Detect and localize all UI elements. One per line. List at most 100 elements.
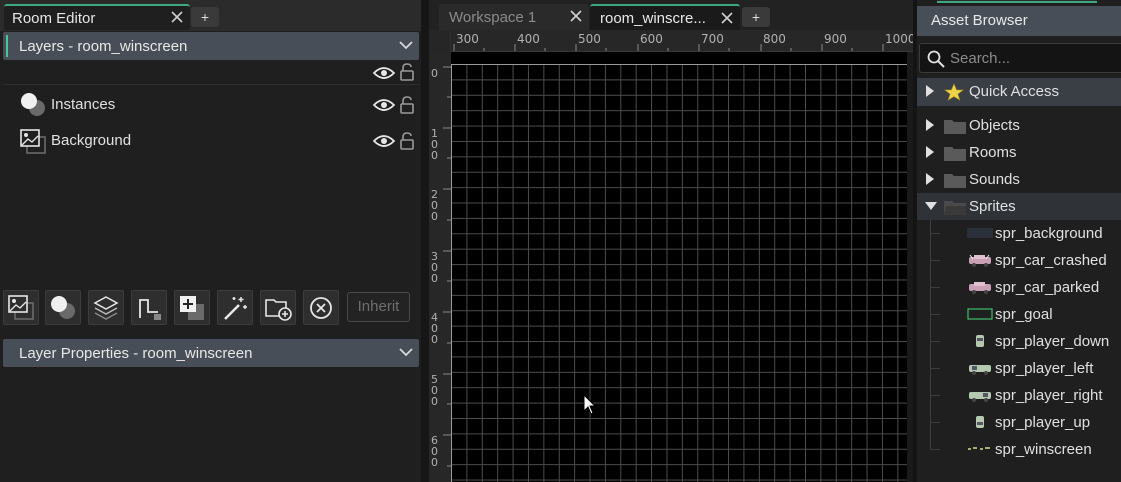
player-up-thumb-icon (976, 416, 984, 428)
tree-guide (930, 233, 940, 234)
tab-workspace-1-label: Workspace 1 (449, 8, 537, 26)
chevron-down-icon[interactable] (399, 347, 413, 357)
layer-row-background[interactable]: Background (3, 124, 419, 158)
layer-label-background: Background (51, 132, 132, 149)
unlock-icon[interactable] (399, 96, 415, 114)
add-folder-button[interactable] (260, 290, 296, 325)
sprite-label: spr_background (995, 225, 1103, 242)
folder-row-sounds[interactable]: Sounds (917, 166, 1121, 193)
quick-access-label: Quick Access (969, 83, 1060, 100)
sprite-label: spr_player_up (995, 414, 1091, 431)
tab-workspace-1[interactable]: Workspace 1 (439, 4, 589, 30)
folder-label-objects: Objects (969, 117, 1020, 134)
add-tile-layer-button[interactable] (88, 290, 124, 325)
tree-guide (930, 341, 940, 342)
delete-layer-button[interactable] (303, 290, 339, 325)
player-right-thumb-icon (969, 392, 991, 402)
sprite-row[interactable]: spr_goal (917, 301, 1121, 328)
chevron-down-icon[interactable] (399, 40, 413, 50)
folder-row-rooms[interactable]: Rooms (917, 139, 1121, 166)
layer-row-instances[interactable]: Instances (3, 88, 419, 122)
ruler-y-digit: 0 (431, 395, 438, 408)
sprite-row[interactable]: spr_car_crashed (917, 247, 1121, 274)
ruler-y-digit: 0 (431, 210, 438, 223)
tree-guide (930, 314, 940, 315)
room-editor-panel: Room Editor + Layers - room_winscreen In… (0, 0, 421, 482)
add-path-layer-button[interactable] (131, 290, 167, 325)
tab-room-editor[interactable]: Room Editor (4, 4, 190, 30)
layers-header[interactable]: Layers - room_winscreen (3, 32, 419, 60)
asset-search-box[interactable] (919, 43, 1121, 73)
room-workspace: Workspace 1 room_winscre... + 300 400 50… (429, 0, 913, 482)
tab-room-winscreen[interactable]: room_winscre... (590, 4, 740, 30)
add-asset-layer-icon (180, 296, 204, 320)
folder-label-rooms: Rooms (969, 144, 1017, 161)
add-folder-icon (265, 299, 292, 321)
sprite-row[interactable]: spr_player_down (917, 328, 1121, 355)
close-icon[interactable] (170, 10, 184, 24)
chevron-right-icon[interactable] (925, 119, 935, 131)
sprite-row[interactable]: spr_car_parked (917, 274, 1121, 301)
header-accent (6, 35, 8, 57)
tab-indicator (937, 0, 1097, 3)
background-layer-icon (20, 129, 46, 154)
ruler-y-digit: 0 (431, 272, 438, 285)
layer-properties-header[interactable]: Layer Properties - room_winscreen (3, 339, 419, 367)
add-tab-button[interactable]: + (191, 7, 219, 27)
add-background-layer-button[interactable] (3, 290, 39, 325)
ruler-y-label: 100 (431, 128, 443, 161)
close-icon[interactable] (720, 11, 734, 25)
ruler-y-label: 300 (431, 251, 443, 284)
ruler-y-label: 500 (431, 374, 443, 407)
player-down-thumb-icon (976, 335, 984, 347)
layers-header-label: Layers - room_winscreen (19, 37, 188, 55)
chevron-right-icon[interactable] (925, 146, 935, 158)
sprite-row[interactable]: spr_player_left (917, 355, 1121, 382)
sprite-row[interactable]: spr_background (917, 220, 1121, 247)
eye-icon[interactable] (373, 134, 395, 148)
chevron-right-icon[interactable] (925, 85, 935, 97)
eye-icon[interactable] (373, 98, 395, 112)
room-canvas[interactable] (451, 52, 907, 482)
sprite-label: spr_player_left (995, 360, 1094, 377)
room-boundary (451, 64, 907, 65)
folder-row-sprites[interactable]: Sprites (917, 193, 1121, 220)
chevron-right-icon[interactable] (925, 173, 935, 185)
sprite-row[interactable]: spr_player_right (917, 382, 1121, 409)
search-input[interactable] (950, 48, 1120, 68)
star-icon (944, 83, 964, 101)
folder-label-sprites: Sprites (969, 198, 1016, 215)
quick-access-row[interactable]: Quick Access (917, 78, 1121, 106)
sprite-label: spr_player_right (995, 387, 1103, 404)
layers-visibility-row (3, 61, 419, 85)
instance-layer-icon (21, 93, 45, 116)
add-tile-layer-icon (93, 296, 119, 320)
ruler-y-label: 600 (431, 435, 443, 468)
add-instance-layer-button[interactable] (45, 290, 81, 325)
add-asset-layer-button[interactable] (174, 290, 210, 325)
tree-guide (930, 395, 940, 396)
magic-wand-icon (224, 297, 247, 320)
folder-icon (944, 120, 966, 134)
car-parked-thumb-icon (969, 282, 991, 294)
add-effect-layer-button[interactable] (217, 290, 253, 325)
add-path-layer-icon (139, 299, 161, 320)
sprite-label: spr_car_crashed (995, 252, 1107, 269)
add-workspace-tab-button[interactable]: + (742, 7, 770, 27)
tree-guide (930, 436, 931, 450)
ruler-y-label: 200 (431, 189, 443, 222)
unlock-icon[interactable] (399, 63, 415, 81)
inherit-button[interactable]: Inherit (347, 292, 410, 322)
folder-icon (944, 174, 966, 188)
chevron-down-icon[interactable] (925, 201, 937, 211)
eye-icon[interactable] (373, 66, 395, 80)
asset-browser-title: Asset Browser (917, 6, 1121, 36)
folder-row-objects[interactable]: Objects (917, 112, 1121, 139)
panel-splitter[interactable] (421, 0, 429, 482)
sprite-row[interactable]: spr_player_up (917, 409, 1121, 436)
sprite-row[interactable]: spr_winscreen (917, 436, 1121, 463)
left-tab-bar: Room Editor + (0, 0, 421, 31)
unlock-icon[interactable] (399, 132, 415, 150)
close-icon[interactable] (569, 9, 583, 23)
tree-guide (930, 422, 940, 423)
